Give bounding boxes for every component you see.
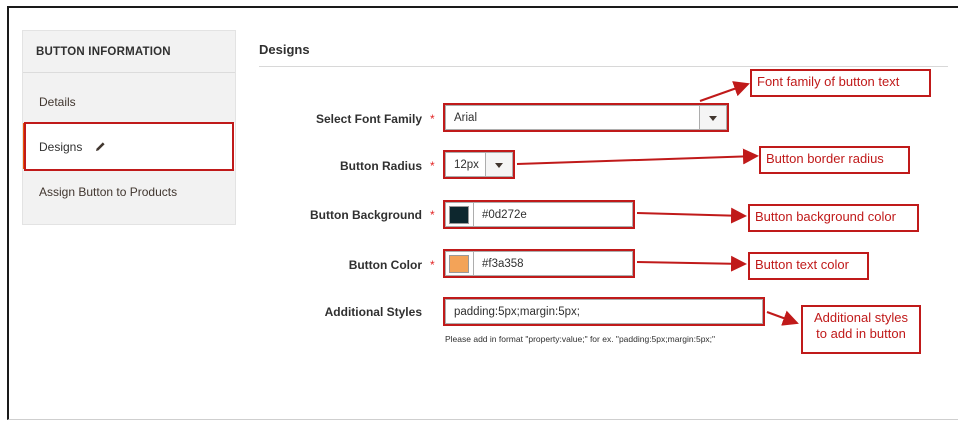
arrow-additional (766, 310, 799, 326)
callout-font-family: Font family of button text (750, 69, 931, 97)
callout-additional-line1: Additional styles (814, 310, 908, 325)
callout-radius: Button border radius (759, 146, 910, 174)
callout-text-color: Button text color (748, 252, 869, 280)
callout-additional-line2: to add in button (816, 326, 906, 341)
arrow-radius (516, 148, 759, 165)
arrow-font-family (699, 81, 750, 102)
callout-additional: Additional styles to add in button (801, 305, 921, 354)
arrow-background (636, 207, 747, 224)
arrow-text-color (636, 255, 747, 272)
callout-background: Button background color (748, 204, 919, 232)
